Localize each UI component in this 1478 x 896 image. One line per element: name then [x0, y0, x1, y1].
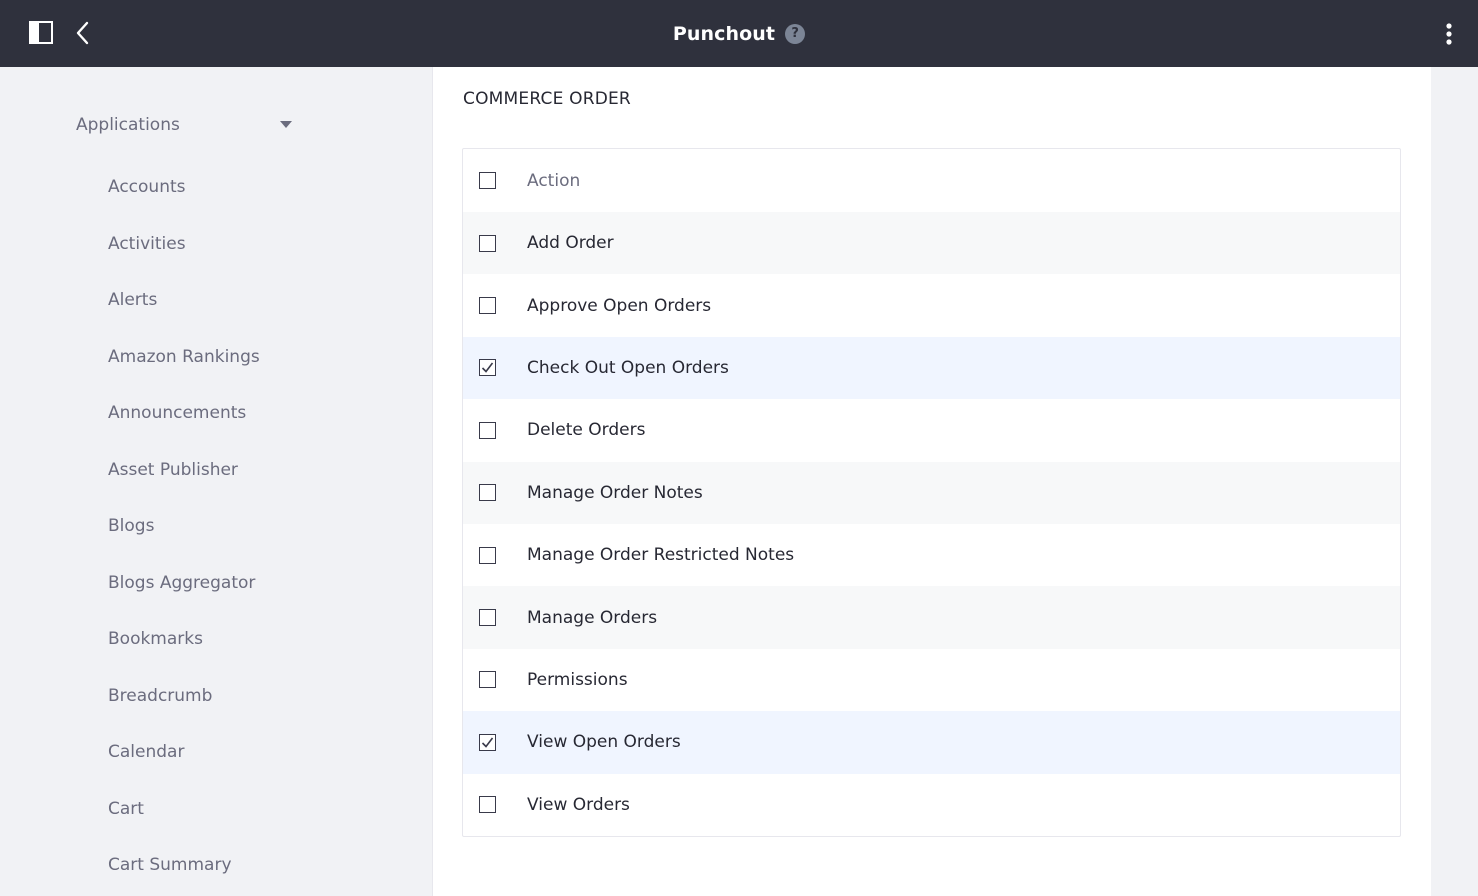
row-checkbox[interactable] [479, 546, 496, 564]
sidebar-item[interactable]: Asset Publisher [108, 456, 260, 513]
sidebar-item[interactable]: Cart [108, 795, 260, 852]
sidebar-item[interactable]: Bookmarks [108, 625, 260, 682]
permissions-table: Action Add Order Approve Open Orders Check… [462, 148, 1401, 837]
sidebar: Applications Accounts Activities Alerts … [0, 67, 433, 896]
row-checkbox[interactable] [479, 609, 496, 627]
table-row[interactable]: Approve Open Orders [463, 274, 1400, 336]
sidebar-panel-icon[interactable] [29, 21, 53, 44]
table-row[interactable]: Permissions [463, 649, 1400, 711]
table-row[interactable]: View Orders [463, 774, 1400, 836]
sidebar-item[interactable]: Announcements [108, 399, 260, 456]
row-checkbox[interactable] [479, 359, 496, 377]
table-row[interactable]: Check Out Open Orders [463, 336, 1400, 400]
row-action-label: Approve Open Orders [527, 295, 712, 316]
question-circle-icon[interactable]: ? [785, 23, 806, 44]
row-checkbox[interactable] [479, 234, 496, 252]
section-title: COMMERCE ORDER [463, 89, 631, 109]
row-action-label: Permissions [527, 669, 628, 690]
sidebar-item[interactable]: Activities [108, 230, 260, 287]
table-header-row: Action [463, 149, 1400, 212]
row-action-label: Add Order [527, 233, 614, 254]
row-checkbox[interactable] [479, 733, 496, 751]
table-row[interactable]: Add Order [463, 212, 1400, 275]
chevron-left-icon[interactable] [72, 20, 94, 46]
check-icon [481, 362, 494, 374]
sidebar-section-label: Applications [76, 115, 180, 135]
row-action-label: Manage Orders [527, 607, 658, 628]
row-action-label: View Open Orders [527, 732, 681, 753]
row-checkbox[interactable] [479, 421, 496, 439]
sidebar-item[interactable]: Accounts [108, 173, 260, 230]
sidebar-item[interactable]: Breadcrumb [108, 682, 260, 739]
sidebar-item[interactable]: Blogs Aggregator [108, 569, 260, 626]
select-all-checkbox[interactable] [479, 172, 496, 189]
top-navigation-bar: Punchout ? [0, 0, 1478, 67]
row-action-label: Manage Order Notes [527, 482, 703, 503]
row-action-label: Delete Orders [527, 420, 646, 441]
column-header-action: Action [527, 170, 581, 191]
caret-down-icon [280, 121, 292, 128]
table-row[interactable]: View Open Orders [463, 711, 1400, 774]
row-checkbox[interactable] [479, 297, 496, 315]
sidebar-item[interactable]: Blogs [108, 512, 260, 569]
sidebar-item[interactable]: Calendar [108, 738, 260, 795]
row-action-label: Check Out Open Orders [527, 357, 729, 378]
main-content: COMMERCE ORDER Action Add Order Approve O… [433, 67, 1431, 896]
right-gutter [1431, 67, 1478, 896]
table-row[interactable]: Manage Orders [463, 586, 1400, 649]
sidebar-item[interactable]: Amazon Rankings [108, 343, 260, 400]
table-row[interactable]: Delete Orders [463, 399, 1400, 461]
page-title: Punchout [672, 22, 776, 45]
row-action-label: View Orders [527, 794, 630, 815]
ellipsis-vertical-icon[interactable] [1440, 20, 1458, 48]
table-row[interactable]: Manage Order Restricted Notes [463, 524, 1400, 586]
sidebar-item[interactable]: Alerts [108, 286, 260, 343]
row-checkbox[interactable] [479, 796, 496, 814]
row-checkbox[interactable] [479, 671, 496, 689]
sidebar-list: Accounts Activities Alerts Amazon Rankin… [108, 173, 260, 896]
sidebar-item[interactable]: Cart Summary [108, 851, 260, 896]
row-checkbox[interactable] [479, 484, 496, 502]
check-icon [481, 737, 494, 748]
row-action-label: Manage Order Restricted Notes [527, 545, 795, 566]
table-row[interactable]: Manage Order Notes [463, 461, 1400, 524]
sidebar-section-applications[interactable]: Applications [76, 112, 296, 138]
